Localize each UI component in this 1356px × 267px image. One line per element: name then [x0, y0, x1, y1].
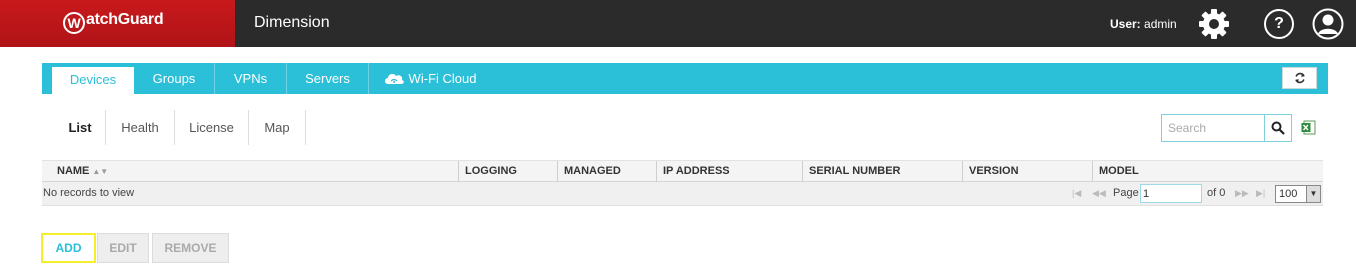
- gear-icon[interactable]: [1198, 8, 1230, 40]
- remove-button[interactable]: REMOVE: [152, 233, 229, 263]
- last-page-icon[interactable]: ▶|: [1256, 188, 1265, 199]
- search-input[interactable]: [1161, 114, 1265, 142]
- tab-groups[interactable]: Groups: [134, 63, 215, 94]
- next-page-icon[interactable]: ▶▶: [1235, 188, 1249, 199]
- logo-mark: W: [63, 12, 85, 34]
- first-page-icon[interactable]: |◀: [1072, 188, 1081, 199]
- tab-devices[interactable]: Devices: [52, 67, 134, 94]
- excel-export-icon[interactable]: [1301, 120, 1316, 135]
- subtab-list[interactable]: List: [55, 110, 106, 145]
- subtab-map[interactable]: Map: [249, 110, 306, 145]
- column-name[interactable]: NAME ▲▼: [42, 161, 459, 183]
- prev-page-icon[interactable]: ◀◀: [1092, 188, 1106, 199]
- user-prefix: User:: [1110, 17, 1141, 31]
- column-ip-address[interactable]: IP ADDRESS: [657, 161, 803, 183]
- column-name-label: NAME: [57, 165, 90, 177]
- main-tab-bar: Devices Groups VPNs Servers Wi-Fi Cloud: [42, 63, 1328, 94]
- search-icon: [1271, 121, 1285, 135]
- column-model[interactable]: MODEL: [1093, 161, 1323, 183]
- user-name: admin: [1144, 17, 1177, 31]
- add-button[interactable]: ADD: [41, 233, 96, 263]
- page-size-value: 100: [1279, 188, 1298, 200]
- top-header: WatchGuard Dimension User: admin ?: [0, 0, 1356, 47]
- grid-header: NAME ▲▼ LOGGING MANAGED IP ADDRESS SERIAL…: [42, 160, 1323, 183]
- no-records-text: No records to view: [43, 187, 135, 199]
- logo-text: atchGuard: [86, 11, 164, 28]
- refresh-icon: [1294, 72, 1305, 84]
- watchguard-logo[interactable]: WatchGuard: [63, 11, 164, 34]
- subtab-license[interactable]: License: [175, 110, 249, 145]
- tab-vpns[interactable]: VPNs: [215, 63, 287, 94]
- column-logging[interactable]: LOGGING: [459, 161, 558, 183]
- column-version[interactable]: VERSION: [963, 161, 1093, 183]
- wifi-cloud-icon: [384, 73, 404, 84]
- user-avatar-icon[interactable]: [1312, 8, 1344, 40]
- page-count-label: of 0: [1207, 187, 1226, 199]
- sort-icon: ▲▼: [92, 167, 109, 176]
- page-label: Page: [1113, 187, 1139, 199]
- chevron-down-icon: ▼: [1306, 186, 1320, 202]
- column-serial-number[interactable]: SERIAL NUMBER: [803, 161, 963, 183]
- user-label: User: admin: [1110, 17, 1177, 31]
- refresh-button[interactable]: [1282, 67, 1317, 89]
- page-size-select[interactable]: 100 ▼: [1275, 185, 1321, 203]
- tab-wifi-cloud[interactable]: Wi-Fi Cloud: [369, 63, 490, 94]
- app-title: Dimension: [254, 14, 330, 31]
- subtab-health[interactable]: Health: [106, 110, 175, 145]
- search-button[interactable]: [1265, 114, 1292, 142]
- grid-pager-row: No records to view |◀ ◀◀ Page of 0 ▶▶ ▶|…: [42, 182, 1323, 206]
- edit-button[interactable]: EDIT: [97, 233, 149, 263]
- help-icon[interactable]: ?: [1264, 9, 1294, 39]
- page-number-input[interactable]: [1140, 184, 1202, 203]
- column-managed[interactable]: MANAGED: [558, 161, 657, 183]
- tab-wifi-cloud-label: Wi-Fi Cloud: [408, 71, 477, 86]
- brand-area: WatchGuard: [0, 0, 235, 47]
- tab-servers[interactable]: Servers: [287, 63, 369, 94]
